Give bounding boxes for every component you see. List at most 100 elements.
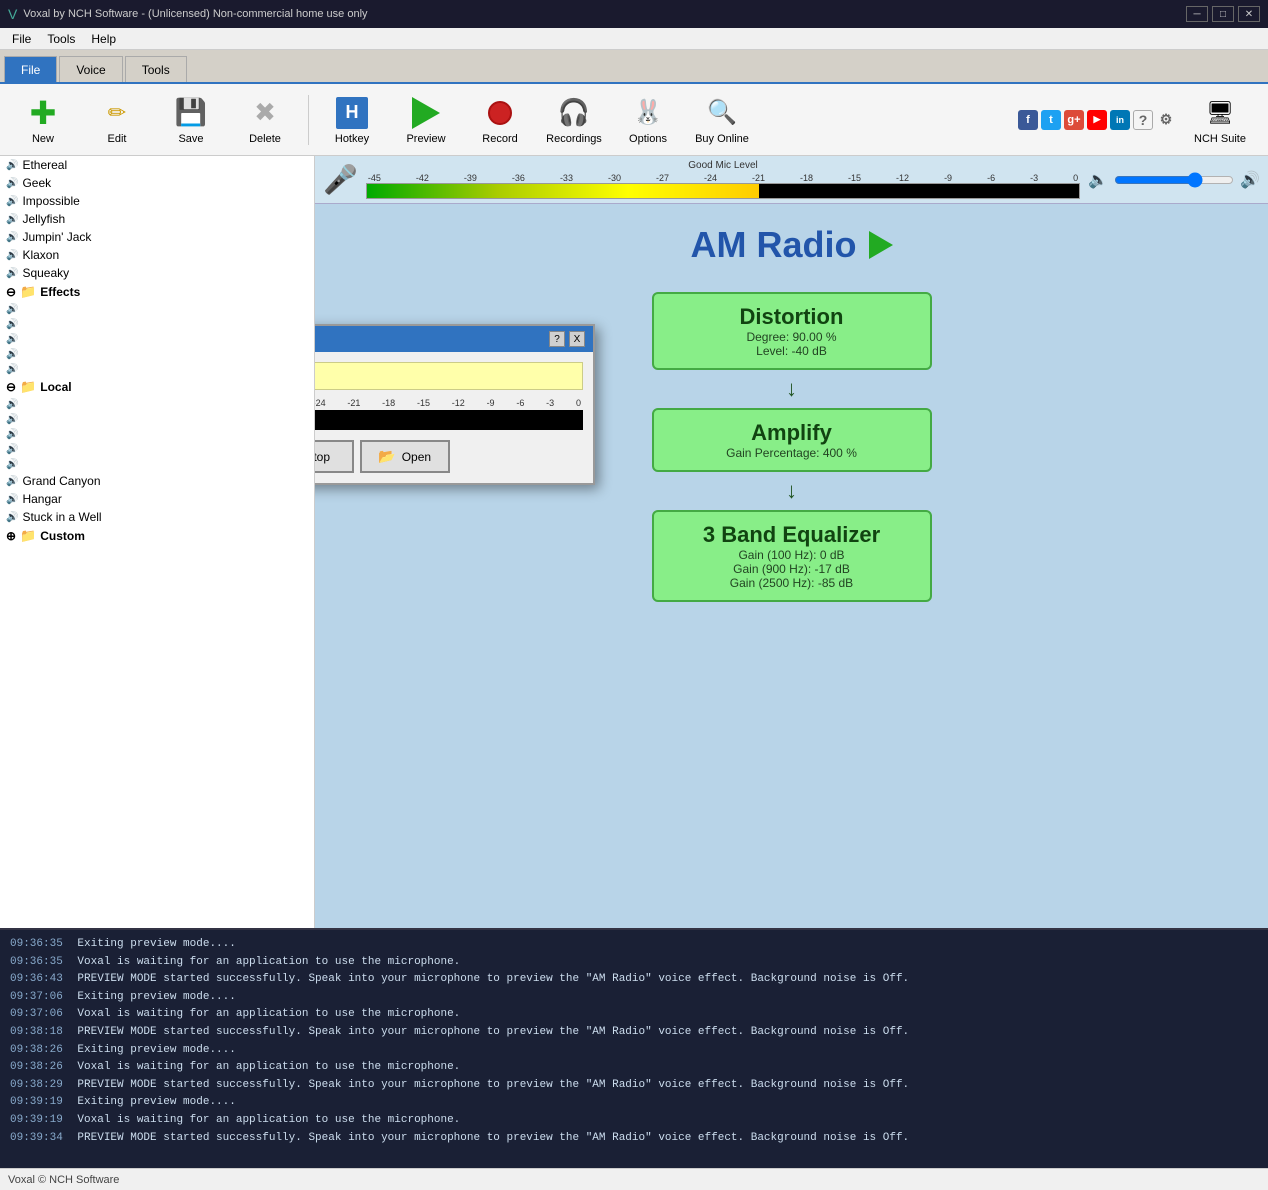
list-item[interactable]: 🔊: [0, 412, 314, 427]
list-item[interactable]: 🔊: [0, 332, 314, 347]
save-button[interactable]: 💾 Save: [156, 88, 226, 152]
nch-suite-button[interactable]: 🖥 NCH Suite: [1180, 88, 1260, 152]
log-line: 09:36:35 Voxal is waiting for an applica…: [10, 954, 1258, 972]
googleplus-icon[interactable]: g+: [1064, 110, 1084, 130]
volume-up-icon[interactable]: 🔊: [1240, 170, 1260, 190]
menu-tools[interactable]: Tools: [39, 30, 83, 48]
list-item[interactable]: 🔊: [0, 347, 314, 362]
facebook-icon[interactable]: f: [1018, 110, 1038, 130]
sidebar-item-label: Impossible: [22, 194, 79, 208]
mic-volume-controls: 🔈 🔊: [1088, 170, 1260, 190]
sidebar-group-custom[interactable]: ⊕ 📁 Custom: [0, 526, 314, 546]
mic-level-title: Good Mic Level: [688, 160, 757, 171]
expand-icon: ⊕: [6, 529, 16, 543]
log-line: 09:37:06 Exiting preview mode....: [10, 989, 1258, 1007]
sidebar-item-label: Ethereal: [22, 158, 67, 172]
dialog-stop-button[interactable]: Stop: [315, 440, 354, 473]
window-controls: ─ □ ✕: [1186, 6, 1260, 22]
effect-icon: 🔊: [6, 319, 18, 330]
list-item[interactable]: 🔊: [0, 457, 314, 472]
list-item[interactable]: 🔊 Ethereal: [0, 156, 314, 174]
preview-button[interactable]: Preview: [391, 88, 461, 152]
list-item[interactable]: 🔊 Grand Canyon: [0, 472, 314, 490]
sidebar-group-label: Effects: [40, 285, 80, 299]
minimize-button[interactable]: ─: [1186, 6, 1208, 22]
folder-icon: 📁: [20, 528, 36, 544]
list-item[interactable]: 🔊 Jumpin' Jack: [0, 228, 314, 246]
sidebar-group-label: Local: [40, 380, 71, 394]
edit-label: Edit: [108, 133, 127, 145]
list-item[interactable]: 🔊 Stuck in a Well: [0, 508, 314, 526]
dialog-help-button[interactable]: ?: [549, 331, 565, 347]
list-item[interactable]: 🔊 Impossible: [0, 192, 314, 210]
dialog-open-button[interactable]: 📂 Open: [360, 440, 450, 473]
volume-slider[interactable]: [1114, 172, 1234, 188]
delete-icon: ✖: [254, 97, 276, 128]
window-title: Voxal by NCH Software - (Unlicensed) Non…: [23, 8, 367, 20]
help-icon[interactable]: ?: [1133, 110, 1153, 130]
effect-icon: 🔊: [6, 399, 18, 410]
menu-bar: File Tools Help: [0, 28, 1268, 50]
volume-down-icon[interactable]: 🔈: [1088, 170, 1108, 190]
log-line: 09:38:29 PREVIEW MODE started successful…: [10, 1077, 1258, 1095]
log-line: 09:38:26 Voxal is waiting for an applica…: [10, 1059, 1258, 1077]
new-button[interactable]: ✚ New: [8, 88, 78, 152]
list-item[interactable]: 🔊 Squeaky: [0, 264, 314, 282]
list-item[interactable]: 🔊 Hangar: [0, 490, 314, 508]
list-item[interactable]: 🔊: [0, 442, 314, 457]
save-icon: 💾: [175, 97, 207, 128]
youtube-icon[interactable]: ▶: [1087, 110, 1107, 130]
hotkey-label: Hotkey: [335, 133, 369, 145]
effect-icon: 🔊: [6, 364, 18, 375]
dialog-close-button[interactable]: X: [569, 331, 585, 347]
maximize-button[interactable]: □: [1212, 6, 1234, 22]
social-icons-area: f t g+ ▶ in ? ⚙: [1018, 110, 1176, 130]
recordings-button[interactable]: 🎧 Recordings: [539, 88, 609, 152]
buyonline-button[interactable]: 🔍 Buy Online: [687, 88, 757, 152]
sidebar-item-label: Stuck in a Well: [22, 510, 101, 524]
effect-icon: 🔊: [6, 476, 18, 487]
options-label: Options: [629, 133, 667, 145]
effect-icon: 🔊: [6, 304, 18, 315]
hotkey-button[interactable]: H Hotkey: [317, 88, 387, 152]
folder-icon: 📁: [20, 284, 36, 300]
tab-tools[interactable]: Tools: [125, 56, 187, 82]
list-item[interactable]: 🔊: [0, 302, 314, 317]
delete-button[interactable]: ✖ Delete: [230, 88, 300, 152]
list-item[interactable]: 🔊 Geek: [0, 174, 314, 192]
settings-icon[interactable]: ⚙: [1156, 110, 1176, 130]
edit-icon: ✏: [108, 100, 126, 126]
buyonline-label: Buy Online: [695, 133, 749, 145]
effect-icon: 🔊: [6, 214, 18, 225]
recordings-label: Recordings: [546, 133, 602, 145]
record-toolbar-button[interactable]: Record: [465, 88, 535, 152]
mic-meter-bar: [366, 183, 1080, 199]
effect-icon: 🔊: [6, 349, 18, 360]
sidebar-group-effects[interactable]: ⊖ 📁 Effects: [0, 282, 314, 302]
effect-icon: 🔊: [6, 160, 18, 171]
tab-file[interactable]: File: [4, 56, 57, 82]
menu-help[interactable]: Help: [83, 30, 124, 48]
list-item[interactable]: 🔊 Klaxon: [0, 246, 314, 264]
list-item[interactable]: 🔊: [0, 397, 314, 412]
twitter-icon[interactable]: t: [1041, 110, 1061, 130]
effect-icon: 🔊: [6, 459, 18, 470]
effect-icon: 🔊: [6, 232, 18, 243]
list-item[interactable]: 🔊: [0, 427, 314, 442]
expand-icon: ⊖: [6, 380, 16, 394]
menu-file[interactable]: File: [4, 30, 39, 48]
tab-voice[interactable]: Voice: [59, 56, 122, 82]
options-button[interactable]: 🐰 Options: [613, 88, 683, 152]
new-label: New: [32, 133, 54, 145]
sidebar-group-label: Custom: [40, 529, 85, 543]
linkedin-icon[interactable]: in: [1110, 110, 1130, 130]
dialog-controls: ? X: [549, 331, 585, 347]
effect-icon: 🔊: [6, 444, 18, 455]
list-item[interactable]: 🔊: [0, 362, 314, 377]
tab-bar: File Voice Tools: [0, 50, 1268, 84]
list-item[interactable]: 🔊: [0, 317, 314, 332]
edit-button[interactable]: ✏ Edit: [82, 88, 152, 152]
list-item[interactable]: 🔊 Jellyfish: [0, 210, 314, 228]
sidebar-group-local[interactable]: ⊖ 📁 Local: [0, 377, 314, 397]
close-button[interactable]: ✕: [1238, 6, 1260, 22]
